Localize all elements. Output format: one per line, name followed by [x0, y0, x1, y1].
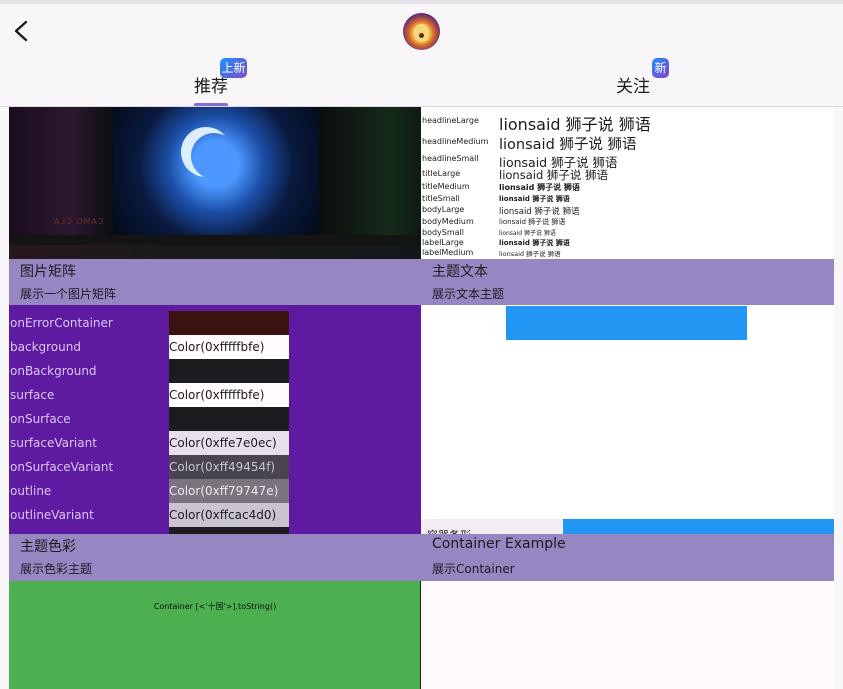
color-row: surfaceVariant Color(0xffe7e0ec) — [9, 431, 421, 455]
new-badge-recommend: 上新 — [220, 58, 247, 78]
lion-avatar[interactable] — [403, 13, 440, 50]
blank-card[interactable] — [421, 581, 834, 689]
peek-item: 容器备形 — [421, 519, 563, 542]
text-row: bodyLarge lionsaid 狮子说 狮语 — [422, 205, 580, 217]
text-row: headlineSmall lionsaid 狮子说 狮语 — [422, 154, 618, 170]
theme-color-label: 主题色彩 展示色彩主题 — [9, 534, 421, 581]
image-matrix-card[interactable]: CAMO CLA 图片矩阵 展示一个图片矩阵 — [9, 107, 421, 305]
card-subtitle: 展示文本主题 — [432, 287, 505, 301]
card-title: 图片矩阵 — [20, 264, 76, 280]
container-example-card[interactable]: 容器备形 Container Example 展示Container — [421, 305, 834, 581]
text-row: bodyMedium lionsaid 狮子说 狮语 — [422, 217, 566, 226]
color-swatch: Color(0xfffffbfe) — [169, 383, 289, 407]
text-row: labelMedium lionsaid 狮子说 狮语 — [422, 248, 561, 258]
image-matrix-label: 图片矩阵 展示一个图片矩阵 — [9, 259, 421, 305]
new-badge-follow: 新 — [652, 58, 669, 78]
status-bar-edge — [0, 0, 843, 4]
card-title: 主题色彩 — [20, 539, 76, 555]
image-caption: CAMO CLA — [53, 217, 104, 226]
card-subtitle: 展示Container — [432, 562, 515, 576]
green-container-card[interactable]: Container [<'十国'>].toString() — [9, 581, 421, 689]
text-row: titleSmall lionsaid 狮子说 狮语 — [422, 194, 570, 203]
blue-container — [506, 306, 747, 340]
avatar-nose — [419, 33, 424, 38]
card-subtitle: 展示一个图片矩阵 — [20, 287, 117, 301]
color-swatch: Color(0xff49454f) — [169, 455, 289, 479]
text-row: titleMedium lionsaid 狮子说 狮语 — [422, 182, 580, 192]
image-strip — [9, 245, 421, 259]
color-row: surface Color(0xfffffbfe) — [9, 383, 421, 407]
color-row: onErrorContainer — [9, 311, 421, 335]
color-row: onSurfaceVariant Color(0xff49454f) — [9, 455, 421, 479]
blue-container-2 — [563, 519, 834, 535]
card-subtitle: 展示色彩主题 — [20, 562, 93, 576]
color-swatch — [169, 359, 289, 383]
color-swatch — [169, 311, 289, 335]
text-row: bodySmall lionsaid 狮子说 狮语 — [422, 228, 556, 237]
text-row: headlineLarge lionsaid 狮子说 狮语 — [422, 115, 651, 134]
image-main — [113, 107, 319, 235]
color-swatch — [169, 407, 289, 431]
tab-follow[interactable]: 关注 — [616, 72, 650, 97]
card-title: 主题文本 — [432, 264, 488, 280]
theme-color-card[interactable]: onErrorContainer background Color(0xffff… — [9, 305, 421, 581]
color-swatch: Color(0xfffffbfe) — [169, 335, 289, 359]
color-row: outline Color(0xff79747e) — [9, 479, 421, 503]
color-swatch: Color(0xff79747e) — [169, 479, 289, 503]
card-title: Container Example — [432, 536, 566, 552]
color-swatch: Color(0xffe7e0ec) — [169, 431, 289, 455]
color-row: outlineVariant Color(0xffcac4d0) — [9, 503, 421, 527]
color-row: onSurface — [9, 407, 421, 431]
back-button[interactable] — [8, 14, 36, 48]
color-swatch: Color(0xffcac4d0) — [169, 503, 289, 527]
moon-icon — [191, 133, 237, 179]
theme-text-label: 主题文本 展示文本主题 — [421, 259, 834, 305]
text-row: headlineMedium lionsaid 狮子说 狮语 — [422, 137, 637, 153]
color-row: background Color(0xfffffbfe) — [9, 335, 421, 359]
theme-text-card[interactable]: headlineLarge lionsaid 狮子说 狮语 headlineMe… — [421, 107, 834, 305]
container-label: Container Example 展示Container — [421, 534, 834, 581]
chevron-left-icon — [14, 20, 28, 42]
color-row: onBackground — [9, 359, 421, 383]
text-row: titleLarge lionsaid 狮子说 狮语 — [422, 168, 609, 182]
container-text: Container [<'十国'>].toString() — [153, 602, 277, 611]
